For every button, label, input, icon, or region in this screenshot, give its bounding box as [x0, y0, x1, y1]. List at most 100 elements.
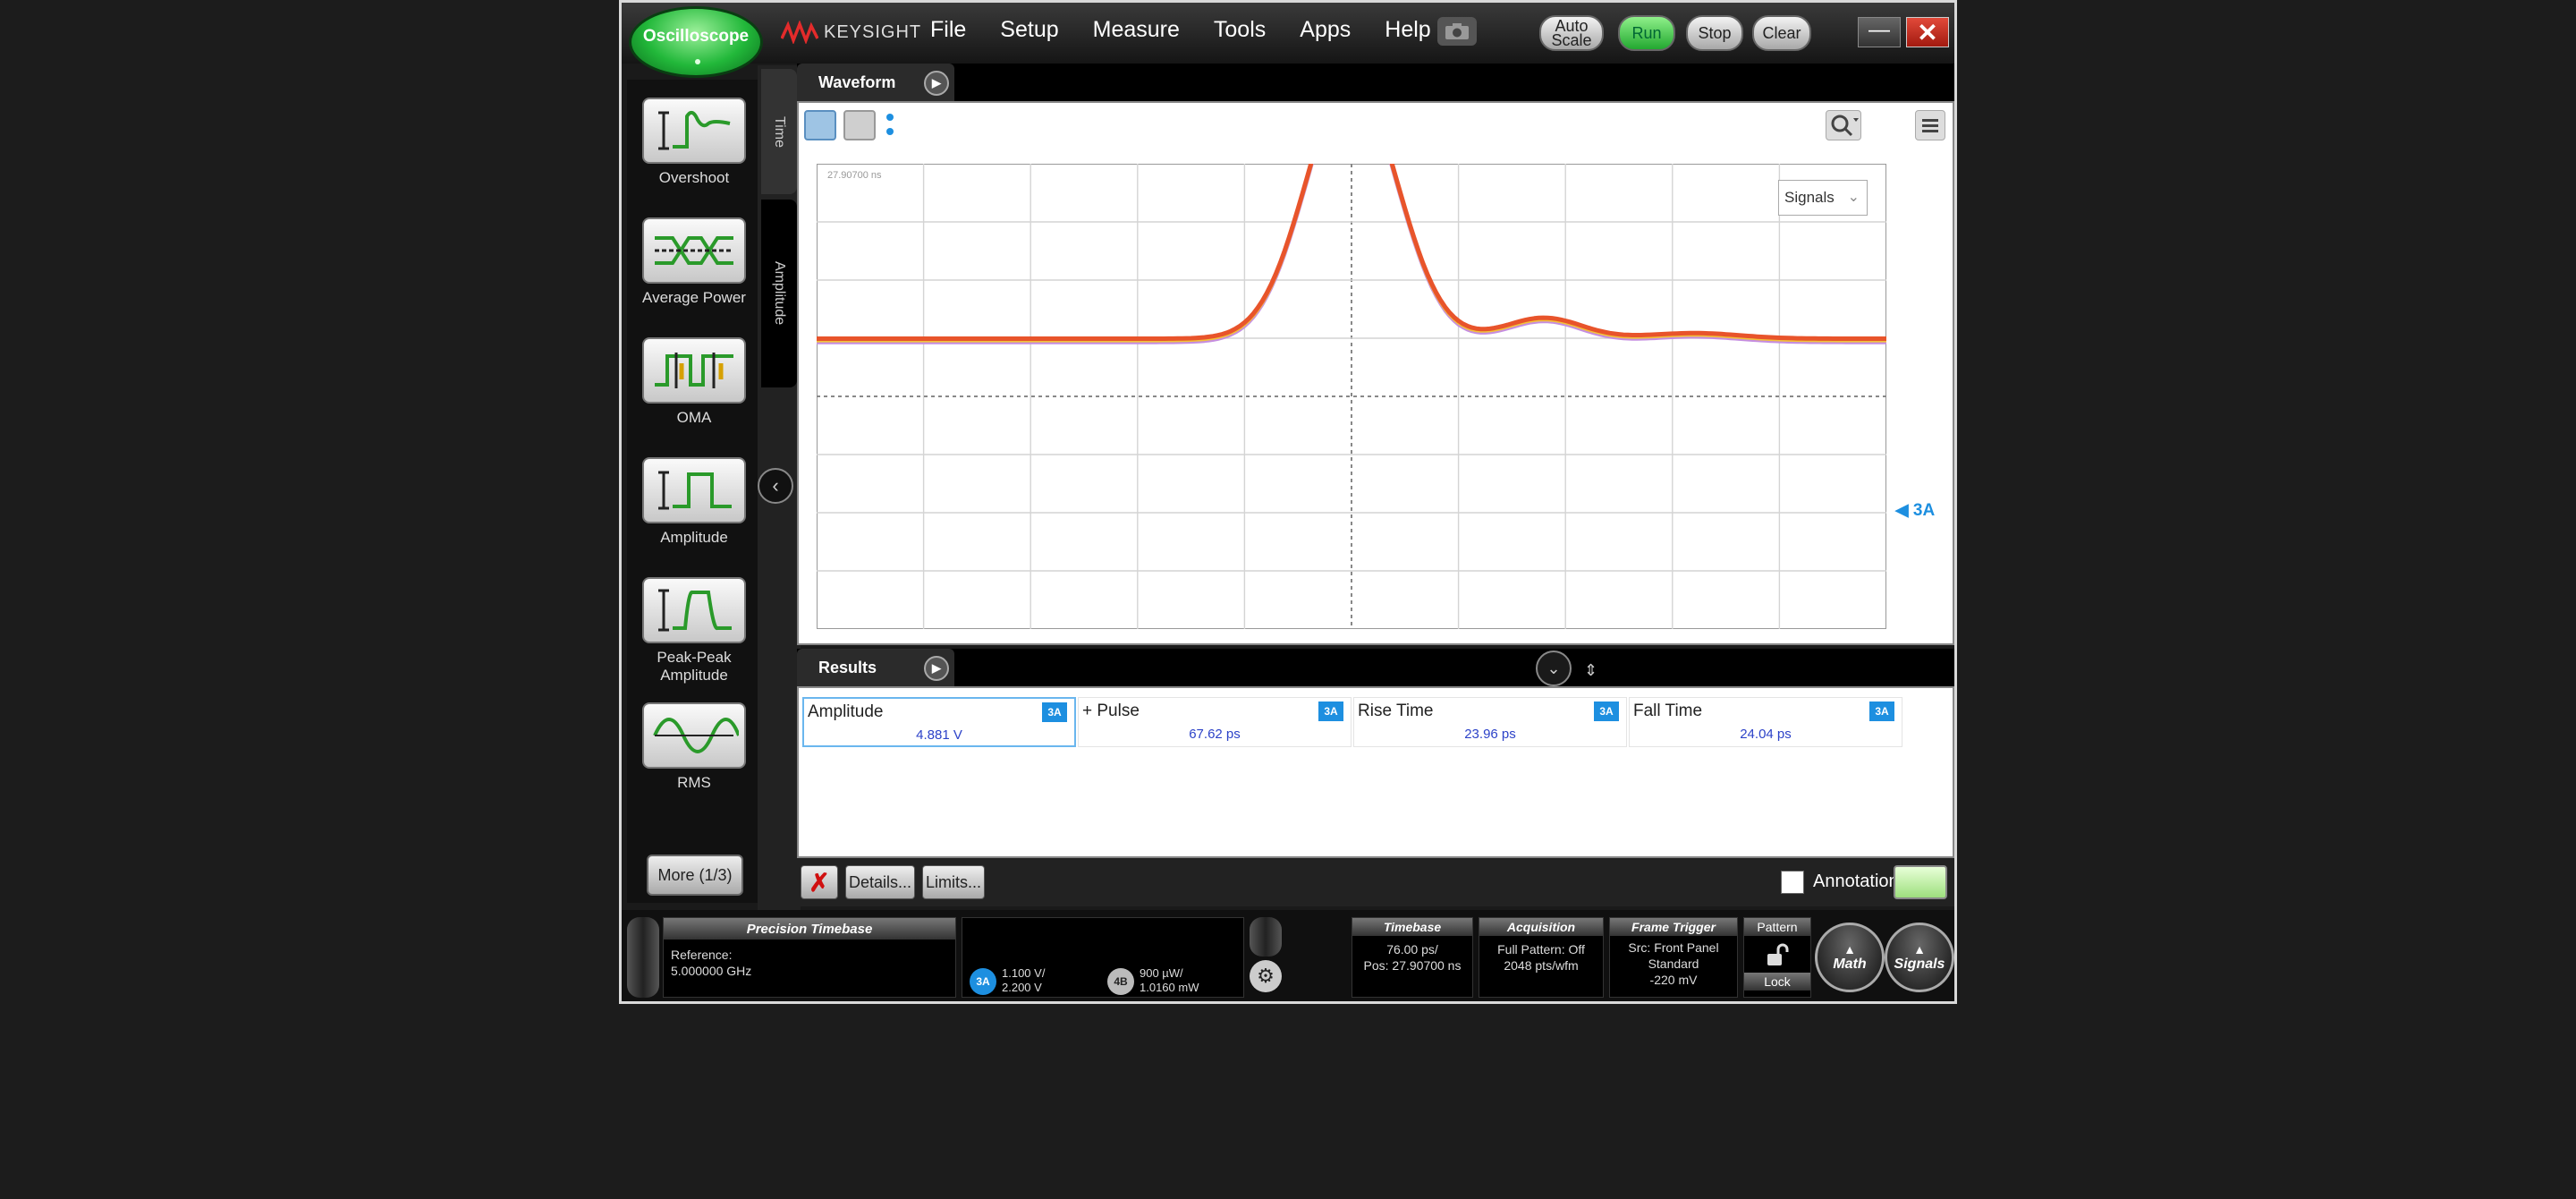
resize-grip-icon[interactable]: ⇕: [1584, 661, 1597, 680]
menu-setup[interactable]: Setup: [1000, 17, 1058, 43]
timestamp-label: 27.90700 ns: [827, 170, 882, 181]
measurement-label: Peak-Peak Amplitude: [657, 649, 732, 684]
peak-peak-amplitude-icon: [658, 589, 732, 632]
math-label: Math: [1833, 957, 1867, 972]
minimize-button[interactable]: —: [1858, 17, 1901, 47]
annotations-checkbox[interactable]: [1781, 871, 1804, 894]
measurement-oma[interactable]: OMA: [627, 337, 761, 427]
stop-button[interactable]: Stop: [1686, 15, 1743, 51]
measurement-rms[interactable]: RMS: [627, 702, 761, 792]
math-button[interactable]: ▲ Math: [1815, 923, 1885, 992]
measurement-average-power[interactable]: Average Power: [627, 217, 761, 307]
acquisition-box[interactable]: Acquisition Full Pattern: Off 2048 pts/w…: [1479, 917, 1604, 998]
timebase-scale: 76.00 ps/: [1386, 942, 1438, 957]
oscilloscope-button[interactable]: Oscilloscope: [629, 6, 763, 78]
source-badge: 3A: [1318, 702, 1343, 721]
tab-amplitude[interactable]: Amplitude: [761, 200, 797, 387]
amplitude-icon: [658, 471, 732, 510]
scroll-left-handle[interactable]: [627, 917, 659, 998]
zoom-icon[interactable]: [1826, 110, 1861, 140]
channel-3a-values: 1.100 V/ 2.200 V: [1002, 966, 1045, 995]
precision-timebase-box[interactable]: Precision Timebase Reference: 5.000000 G…: [663, 917, 956, 998]
frame-trigger-box[interactable]: Frame Trigger Src: Front Panel Standard …: [1609, 917, 1738, 998]
menu-lines-icon[interactable]: [1915, 110, 1945, 140]
result-name: Rise Time: [1358, 702, 1434, 720]
timebase-box[interactable]: Timebase 76.00 ps/ Pos: 27.90700 ns: [1352, 917, 1473, 998]
oma-icon: [655, 353, 733, 388]
acquisition-points: 2048 pts/wfm: [1504, 958, 1579, 973]
measurement-peak-peak-amplitude[interactable]: Peak-Peak Amplitude: [627, 577, 761, 685]
channel-4b-icon[interactable]: 4B: [1107, 968, 1134, 995]
measurement-amplitude[interactable]: Amplitude: [627, 457, 761, 547]
measurement-label: Overshoot: [658, 169, 730, 186]
channel-box[interactable]: 3A 1.100 V/ 2.200 V 4B 900 µW/ 1.0160 mW: [962, 917, 1244, 998]
tab-time[interactable]: Time: [761, 69, 797, 194]
single-grid-icon[interactable]: [804, 110, 836, 140]
results-collapse-button[interactable]: ⌄: [1536, 651, 1572, 686]
signals-dropdown-label: Signals: [1784, 189, 1835, 206]
close-button[interactable]: ✕: [1906, 17, 1949, 47]
chevron-down-icon: ⌄: [1847, 190, 1860, 205]
acquisition-title: Acquisition: [1479, 918, 1603, 936]
channel-4b-scale: 900 µW/: [1140, 966, 1183, 980]
menu-help[interactable]: Help: [1385, 17, 1430, 43]
channel-3a-icon[interactable]: 3A: [970, 968, 996, 995]
channel-3a-offset: 2.200 V: [1002, 981, 1042, 994]
details-button[interactable]: Details...: [845, 865, 915, 899]
pattern-lock-box[interactable]: Pattern Lock: [1743, 917, 1811, 998]
screenshot-button[interactable]: [1437, 17, 1477, 46]
lock-label: Lock: [1744, 973, 1810, 991]
chevron-down-icon: ⌄: [1546, 659, 1561, 677]
channel-4b-offset: 1.0160 mW: [1140, 981, 1199, 994]
precision-timebase-title: Precision Timebase: [664, 918, 955, 940]
top-bar: Oscilloscope KEYSIGHT File Setup Measure…: [622, 3, 1954, 78]
results-header: Results ▶ ⌄ ⇕: [797, 649, 1954, 686]
result-amplitude[interactable]: Amplitude 3A 4.881 V: [802, 697, 1076, 747]
waveform-tab[interactable]: Waveform ▶: [797, 64, 954, 101]
result-positive-pulse[interactable]: + Pulse 3A 67.62 ps: [1078, 697, 1352, 747]
status-bar: Precision Timebase Reference: 5.000000 G…: [622, 910, 1954, 1001]
measurement-label: Amplitude: [660, 529, 728, 546]
play-icon[interactable]: ▶: [924, 656, 949, 681]
waveform-graticule[interactable]: 27.90700 ns: [817, 164, 1886, 629]
signals-label: Signals: [1894, 957, 1945, 972]
frame-trigger-title: Frame Trigger: [1610, 918, 1737, 936]
waveform-header: Waveform ▶: [797, 64, 1954, 101]
multi-grid-icon[interactable]: [843, 110, 876, 140]
limits-button[interactable]: Limits...: [922, 865, 985, 899]
play-icon[interactable]: ▶: [924, 71, 949, 96]
result-fall-time[interactable]: Fall Time 3A 24.04 ps: [1629, 697, 1902, 747]
menu-measure[interactable]: Measure: [1093, 17, 1180, 43]
tab-amplitude-label: Amplitude: [772, 261, 787, 326]
brand-name: KEYSIGHT: [824, 21, 922, 42]
timebase-title: Timebase: [1352, 918, 1472, 936]
menu-tools[interactable]: Tools: [1214, 17, 1266, 43]
menu-file[interactable]: File: [930, 17, 966, 43]
annotations-color-button[interactable]: [1894, 865, 1947, 899]
waveform-panel: 27.90700 ns Signals ⌄ ◀ 3A: [797, 101, 1954, 645]
oscilloscope-label: Oscilloscope: [642, 27, 750, 46]
overshoot-icon: [658, 110, 731, 150]
more-measurements-button[interactable]: More (1/3): [647, 855, 743, 896]
unlock-icon: [1767, 943, 1789, 965]
auto-scale-button[interactable]: Auto Scale: [1539, 15, 1604, 51]
gear-icon[interactable]: ⚙: [1250, 960, 1282, 992]
result-name: + Pulse: [1082, 702, 1140, 720]
menu-apps[interactable]: Apps: [1300, 17, 1351, 43]
channel-marker[interactable]: ◀ 3A: [1895, 500, 1935, 521]
collapse-sidebar-button[interactable]: ‹: [758, 468, 793, 504]
frame-trigger-source: Src: Front Panel: [1628, 940, 1719, 955]
frame-trigger-level: -220 mV: [1649, 973, 1698, 987]
signals-button[interactable]: ▲ Signals: [1885, 923, 1954, 992]
clear-button[interactable]: Clear: [1752, 15, 1811, 51]
layout-dots-icon[interactable]: [886, 114, 894, 139]
signals-dropdown[interactable]: Signals ⌄: [1778, 180, 1868, 216]
delete-measurement-button[interactable]: ✗: [801, 865, 838, 899]
run-button[interactable]: Run: [1618, 15, 1675, 51]
average-power-icon: [655, 236, 733, 265]
precision-timebase-line1: Reference:: [671, 948, 733, 962]
results-tab[interactable]: Results ▶: [797, 649, 954, 686]
result-rise-time[interactable]: Rise Time 3A 23.96 ps: [1353, 697, 1627, 747]
measurement-overshoot[interactable]: Overshoot: [627, 98, 761, 187]
scroll-right-handle[interactable]: [1250, 917, 1282, 957]
